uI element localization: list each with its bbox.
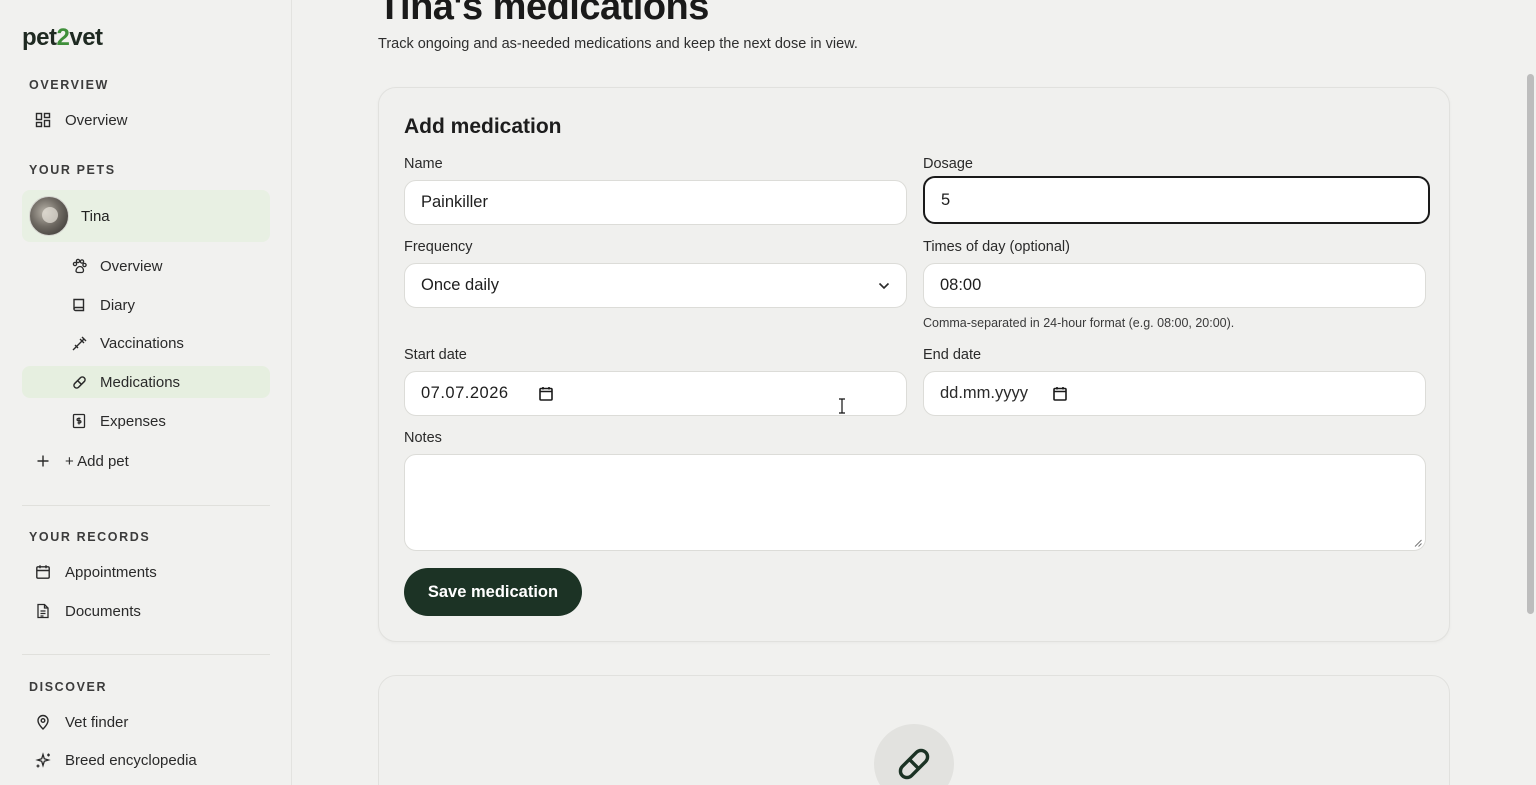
chevron-down-icon <box>878 282 890 290</box>
sidebar-item-label: Documents <box>65 602 141 620</box>
add-medication-card: Add medication Name Painkiller Dosage 5 … <box>378 87 1450 642</box>
sidebar-divider <box>22 654 270 655</box>
sparkle-icon <box>34 751 52 769</box>
start-date-value: 07.07.2026 <box>421 384 509 402</box>
sidebar-item-documents[interactable]: Documents <box>22 595 270 627</box>
section-label-records: YOUR RECORDS <box>29 530 151 544</box>
sidebar-item-label: Appointments <box>65 563 157 581</box>
notes-label: Notes <box>404 430 442 446</box>
times-input[interactable]: 08:00 <box>923 263 1426 308</box>
sidebar-item-vet-finder[interactable]: Vet finder <box>22 706 270 738</box>
section-label-pets: YOUR PETS <box>29 163 116 177</box>
receipt-icon <box>70 412 88 430</box>
dosage-label: Dosage <box>923 156 973 172</box>
frequency-value: Once daily <box>421 276 499 294</box>
start-date-label: Start date <box>404 347 467 363</box>
dosage-value: 5 <box>941 190 951 209</box>
paw-icon <box>70 257 88 275</box>
sidebar-item-label: Medications <box>100 373 181 391</box>
sidebar-item-label: Overview <box>100 257 163 275</box>
sidebar-item-medications[interactable]: Medications <box>22 366 270 398</box>
scrollbar[interactable] <box>1527 74 1534 614</box>
syringe-icon <box>70 334 88 352</box>
calendar-icon <box>34 563 52 581</box>
pet-avatar <box>29 196 69 236</box>
save-medication-button[interactable]: Save medication <box>404 568 582 616</box>
section-label-overview: OVERVIEW <box>29 78 109 92</box>
section-label-discover: DISCOVER <box>29 680 108 694</box>
pet-name: Tina <box>81 207 110 225</box>
medications-list-card <box>378 675 1450 785</box>
page-subtitle: Track ongoing and as-needed medications … <box>378 36 858 52</box>
sidebar-pet-tina[interactable]: Tina <box>22 190 270 242</box>
name-input[interactable]: Painkiller <box>404 180 907 225</box>
calendar-picker-icon[interactable] <box>538 386 553 401</box>
pill-icon <box>894 744 934 784</box>
times-hint: Comma-separated in 24-hour format (e.g. … <box>923 316 1235 330</box>
name-value: Painkiller <box>421 193 488 211</box>
sidebar-item-diary[interactable]: Diary <box>22 289 270 321</box>
text-cursor-icon <box>838 398 846 414</box>
end-date-placeholder: dd.mm.yyyy <box>940 384 1029 402</box>
sidebar-item-expenses[interactable]: Expenses <box>22 405 270 437</box>
notes-textarea[interactable] <box>404 454 1426 551</box>
resize-handle-icon[interactable] <box>1414 539 1422 547</box>
calendar-picker-icon[interactable] <box>1053 386 1067 401</box>
frequency-label: Frequency <box>404 239 473 255</box>
sidebar-item-breed-encyclopedia[interactable]: Breed encyclopedia <box>22 744 270 776</box>
dashboard-icon <box>34 111 52 129</box>
book-icon <box>70 296 88 314</box>
form-title: Add medication <box>404 115 562 138</box>
main-content: Tina's medications Track ongoing and as-… <box>292 0 1536 785</box>
sidebar-item-overview[interactable]: Overview <box>22 104 270 136</box>
app-logo[interactable]: pet2vet <box>22 24 103 52</box>
sidebar-item-label: Overview <box>65 111 128 129</box>
document-icon <box>34 602 52 620</box>
sidebar-item-label: Vaccinations <box>100 334 184 352</box>
dosage-input[interactable]: 5 <box>923 176 1430 224</box>
sidebar-item-appointments[interactable]: Appointments <box>22 556 270 588</box>
times-label: Times of day (optional) <box>923 239 1070 255</box>
sidebar-item-label: Breed encyclopedia <box>65 751 197 769</box>
add-pet-label: + Add pet <box>65 452 129 470</box>
sidebar-item-vaccinations[interactable]: Vaccinations <box>22 327 270 359</box>
frequency-select[interactable]: Once daily <box>404 263 907 308</box>
times-value: 08:00 <box>940 276 982 294</box>
sidebar-item-label: Diary <box>100 296 136 314</box>
add-pet-button[interactable]: + Add pet <box>22 445 270 477</box>
end-date-label: End date <box>923 347 982 363</box>
name-label: Name <box>404 156 443 172</box>
sidebar-item-pet-overview[interactable]: Overview <box>22 250 270 282</box>
start-date-input[interactable]: 07.07.2026 <box>404 371 907 416</box>
sidebar: pet2vet OVERVIEW Overview YOUR PETS Tina… <box>0 0 292 785</box>
page-title: Tina's medications <box>378 0 709 28</box>
sidebar-item-label: Vet finder <box>65 713 129 731</box>
map-pin-icon <box>34 713 52 731</box>
empty-state-badge <box>874 724 954 785</box>
end-date-input[interactable]: dd.mm.yyyy <box>923 371 1426 416</box>
sidebar-item-label: Expenses <box>100 412 166 430</box>
sidebar-divider <box>22 505 270 506</box>
plus-icon <box>34 452 52 470</box>
pill-icon <box>70 373 88 391</box>
